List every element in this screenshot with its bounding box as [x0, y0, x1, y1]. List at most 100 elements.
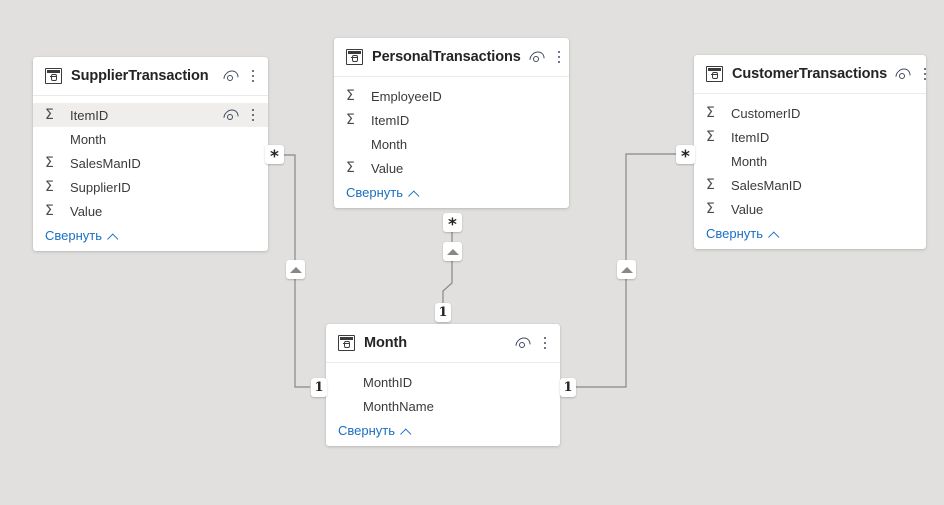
collapse-label: Свернуть	[346, 185, 404, 200]
field-row-customer-transactions-month[interactable]: Month	[694, 149, 926, 173]
filter-direction-badge-supplier-to-month[interactable]	[286, 260, 305, 279]
table-card-header-month[interactable]: Month	[326, 324, 560, 363]
table-card-personal-transactions[interactable]: PersonalTransactions Σ EmployeeID Σ ItemID Mo…	[334, 38, 569, 208]
table-more-options-icon[interactable]	[919, 67, 931, 82]
cardinality-many-badge-supplier-to-month[interactable]: *	[265, 145, 284, 167]
table-name-customer-transactions: CustomerTransactions	[732, 66, 888, 82]
field-row-supplier-transaction-salesmanid[interactable]: Σ SalesManID	[33, 151, 268, 175]
table-more-options-icon[interactable]	[247, 69, 259, 84]
cardinality-many-badge-customer-to-month[interactable]: *	[676, 145, 695, 167]
collapse-link-personal-transactions[interactable]: Свернуть	[334, 180, 569, 202]
field-row-supplier-transaction-itemid[interactable]: Σ ItemID	[33, 103, 268, 128]
field-row-customer-transactions-customerid[interactable]: Σ CustomerID	[694, 101, 926, 125]
many-cardinality-label: *	[681, 146, 690, 167]
table-name-supplier-transaction: SupplierTransaction	[71, 68, 209, 84]
table-icon	[338, 335, 355, 351]
field-name-label: EmployeeID	[371, 88, 442, 104]
table-name-month: Month	[364, 335, 407, 351]
chevron-up-icon	[768, 230, 779, 237]
field-name-label: Value	[70, 203, 103, 219]
cardinality-one-badge-supplier-to-month[interactable]: 1	[311, 378, 327, 397]
table-header-actions-personal-transactions	[526, 47, 565, 70]
field-row-supplier-transaction-value[interactable]: Σ Value	[33, 199, 268, 223]
field-name-label: ItemID	[70, 107, 109, 123]
collapse-label: Свернуть	[45, 228, 103, 243]
field-name-label: SalesManID	[731, 177, 802, 193]
table-header-actions-supplier-transaction	[220, 66, 259, 89]
field-row-customer-transactions-salesmanid[interactable]: Σ SalesManID	[694, 173, 926, 197]
cardinality-many-badge-personal-to-month[interactable]: *	[443, 213, 462, 235]
field-name-label: Value	[731, 201, 764, 217]
table-card-header-customer-transactions[interactable]: CustomerTransactions	[694, 55, 927, 94]
table-field-list-personal-transactions: Σ EmployeeID Σ ItemID Month Σ Value Свернуть	[334, 77, 569, 208]
field-row-customer-transactions-itemid[interactable]: Σ ItemID	[694, 125, 926, 149]
one-cardinality-label: 1	[563, 380, 573, 395]
field-name-label: Month	[731, 153, 768, 169]
field-name-label: SalesManID	[70, 155, 141, 171]
table-card-supplier-transaction[interactable]: SupplierTransaction Σ ItemID Month Σ SalesMan…	[33, 57, 268, 251]
table-field-list-supplier-transaction: Σ ItemID Month Σ SalesManID Σ SupplierID Σ Value…	[33, 96, 268, 251]
field-row-actions	[220, 105, 259, 128]
hide-table-eye-icon[interactable]	[892, 64, 914, 87]
cardinality-one-badge-customer-to-month[interactable]: 1	[560, 378, 576, 397]
sigma-icon: Σ	[346, 112, 355, 128]
table-card-month[interactable]: Month MonthID MonthName Свернуть	[326, 324, 560, 446]
sigma-icon: Σ	[346, 88, 355, 104]
cardinality-one-badge-personal-to-month[interactable]: 1	[435, 303, 451, 322]
field-name-label: SupplierID	[70, 179, 131, 195]
field-name-label: MonthName	[363, 398, 434, 414]
filter-direction-arrow-icon	[620, 266, 633, 273]
filter-direction-badge-personal-to-month[interactable]	[443, 242, 462, 261]
table-field-list-customer-transactions: Σ CustomerID Σ ItemID Month Σ SalesManID Σ Value…	[694, 94, 926, 249]
table-card-customer-transactions[interactable]: CustomerTransactions Σ CustomerID Σ ItemID Mo…	[694, 55, 927, 249]
one-cardinality-label: 1	[314, 380, 324, 395]
table-card-header-supplier-transaction[interactable]: SupplierTransaction	[33, 57, 268, 96]
collapse-link-customer-transactions[interactable]: Свернуть	[694, 221, 926, 243]
sigma-icon: Σ	[706, 105, 715, 121]
table-header-actions-customer-transactions	[892, 64, 931, 87]
field-more-options-icon[interactable]	[247, 108, 259, 123]
field-row-personal-transactions-month[interactable]: Month	[334, 132, 569, 156]
hide-table-eye-icon[interactable]	[512, 333, 534, 356]
sigma-icon: Σ	[706, 129, 715, 145]
sigma-icon: Σ	[45, 203, 54, 219]
hide-table-eye-icon[interactable]	[526, 47, 548, 70]
one-cardinality-label: 1	[438, 305, 448, 320]
collapse-label: Свернуть	[338, 423, 396, 438]
table-icon	[346, 49, 363, 65]
sigma-icon: Σ	[346, 160, 355, 176]
field-row-month-monthid[interactable]: MonthID	[326, 370, 560, 394]
chevron-up-icon	[400, 427, 411, 434]
many-cardinality-label: *	[448, 214, 457, 235]
field-name-label: Value	[371, 160, 404, 176]
field-row-supplier-transaction-month[interactable]: Month	[33, 127, 268, 151]
collapse-link-supplier-transaction[interactable]: Свернуть	[33, 223, 268, 245]
field-row-personal-transactions-employeeid[interactable]: Σ EmployeeID	[334, 84, 569, 108]
field-name-label: Month	[70, 131, 107, 147]
table-more-options-icon[interactable]	[539, 336, 551, 351]
table-icon	[45, 68, 62, 84]
field-name-label: ItemID	[371, 112, 410, 128]
field-row-month-monthname[interactable]: MonthName	[326, 394, 560, 418]
sigma-icon: Σ	[45, 107, 54, 123]
field-row-personal-transactions-value[interactable]: Σ Value	[334, 156, 569, 180]
field-row-customer-transactions-value[interactable]: Σ Value	[694, 197, 926, 221]
chevron-up-icon	[107, 232, 118, 239]
table-card-header-personal-transactions[interactable]: PersonalTransactions	[334, 38, 569, 77]
table-header-actions-month	[512, 333, 551, 356]
hide-table-eye-icon[interactable]	[220, 66, 242, 89]
filter-direction-badge-customer-to-month[interactable]	[617, 260, 636, 279]
table-more-options-icon[interactable]	[553, 50, 565, 65]
sigma-icon: Σ	[45, 179, 54, 195]
field-name-label: ItemID	[731, 129, 770, 145]
collapse-link-month[interactable]: Свернуть	[326, 418, 560, 440]
model-diagram-canvas: SupplierTransaction Σ ItemID Month Σ SalesMan…	[0, 0, 944, 505]
field-name-label: MonthID	[363, 374, 413, 390]
hide-field-eye-icon[interactable]	[220, 105, 242, 128]
table-name-personal-transactions: PersonalTransactions	[372, 49, 521, 65]
field-row-supplier-transaction-supplierid[interactable]: Σ SupplierID	[33, 175, 268, 199]
table-field-list-month: MonthID MonthName Свернуть	[326, 363, 560, 446]
many-cardinality-label: *	[270, 146, 279, 167]
collapse-label: Свернуть	[706, 226, 764, 241]
field-row-personal-transactions-itemid[interactable]: Σ ItemID	[334, 108, 569, 132]
